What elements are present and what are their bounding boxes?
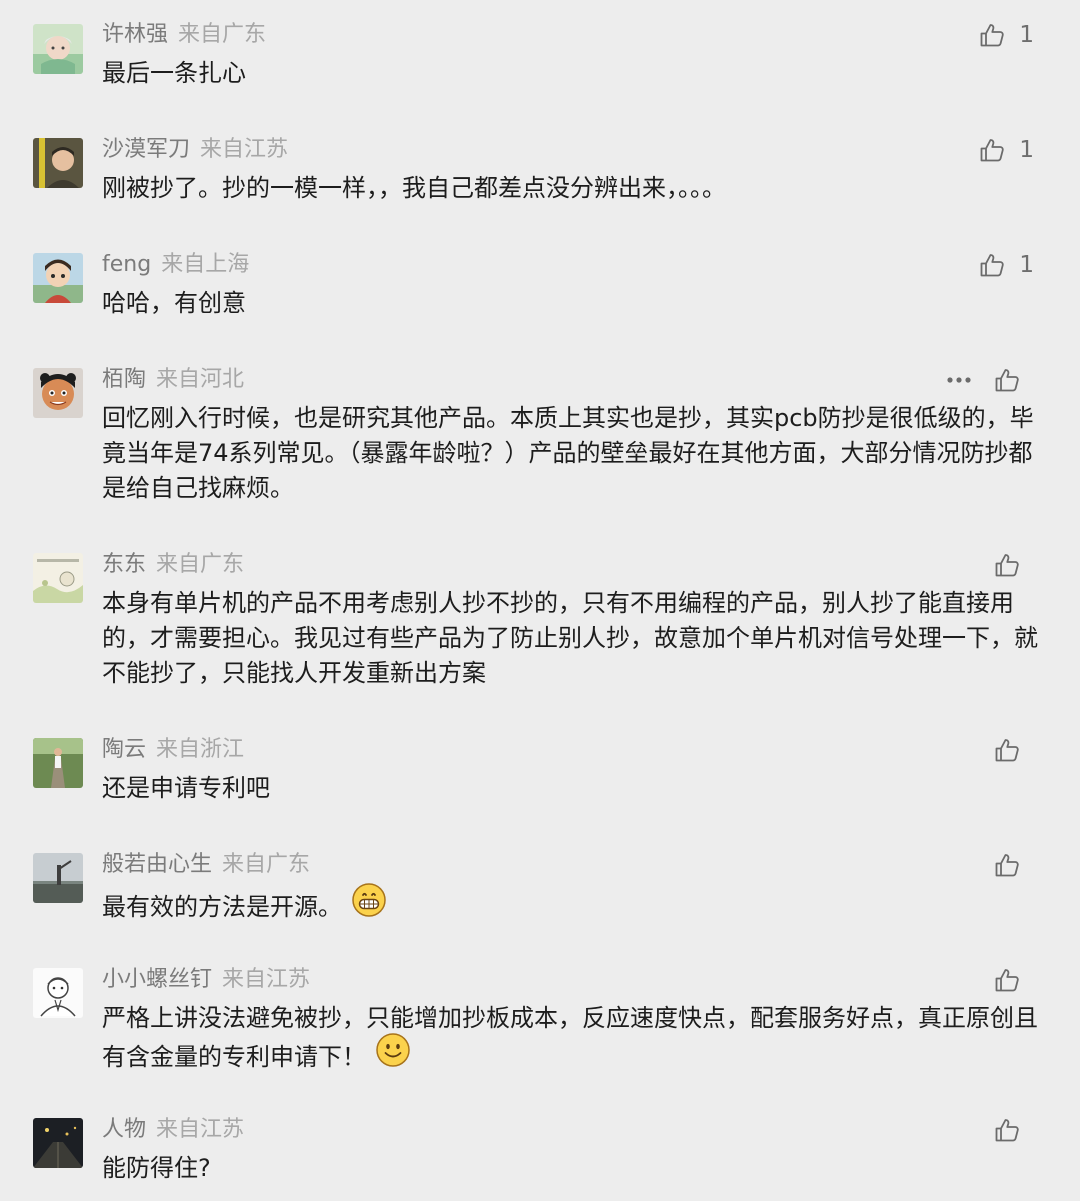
author-name[interactable]: 陶云 xyxy=(102,737,146,762)
author-location: 来自上海 xyxy=(161,252,250,277)
avatar[interactable] xyxy=(33,24,83,74)
author-name[interactable]: 许林强 xyxy=(102,22,168,47)
comment-text: 回忆刚入行时候，也是研究其他产品。本质上其实也是抄，其实pcb防抄是很低级的，毕… xyxy=(102,404,1034,502)
author-location: 来自河北 xyxy=(156,367,245,392)
comment-meta: 陶云 来自浙江 xyxy=(102,735,244,765)
avatar[interactable] xyxy=(33,738,83,788)
author-location: 来自广东 xyxy=(222,852,311,877)
avatar[interactable] xyxy=(33,253,83,303)
author-name[interactable]: 东东 xyxy=(102,552,146,577)
like-button[interactable] xyxy=(994,550,1034,580)
comment-text: 严格上讲没法避免被抄，只能增加抄板成本，反应速度快点，配套服务好点，真正原创且有… xyxy=(102,1001,1042,1080)
like-count: 1 xyxy=(1019,137,1034,163)
comment-text: 哈哈，有创意 xyxy=(102,289,246,317)
author-location: 来自江苏 xyxy=(200,137,289,162)
comment-text: 最有效的方法是开源。 xyxy=(102,883,1042,930)
thumbs-up-outline-icon xyxy=(995,854,1019,877)
comment-meta: 般若由心生 来自广东 xyxy=(102,850,310,880)
like-count: 1 xyxy=(1019,22,1034,48)
author-name[interactable]: 般若由心生 xyxy=(102,852,212,877)
like-count: 1 xyxy=(1019,252,1034,278)
like-button[interactable] xyxy=(994,965,1034,995)
avatar[interactable] xyxy=(33,138,83,188)
comment-meta: 沙漠军刀 来自江苏 xyxy=(102,135,288,165)
like-button[interactable]: 1 xyxy=(979,20,1034,50)
avatar[interactable] xyxy=(33,368,83,418)
like-button[interactable]: 1 xyxy=(979,135,1034,165)
grinning-emoji xyxy=(352,883,386,927)
avatar[interactable] xyxy=(33,853,83,903)
author-location: 来自浙江 xyxy=(156,737,245,762)
like-button[interactable] xyxy=(994,365,1034,395)
thumbs-up-outline-icon xyxy=(995,969,1019,992)
comment-meta: 栢陶 来自河北 xyxy=(102,365,244,395)
thumbs-up-outline-icon xyxy=(995,1119,1019,1142)
comment-meta: feng 来自上海 xyxy=(102,250,249,280)
avatar[interactable] xyxy=(33,553,83,603)
author-name[interactable]: 人物 xyxy=(102,1117,146,1142)
comment-text-body: 严格上讲没法避免被抄，只能增加抄板成本，反应速度快点，配套服务好点，真正原创且有… xyxy=(102,1004,1038,1071)
comment-meta: 人物 来自江苏 xyxy=(102,1115,244,1145)
thumbs-up-outline-icon xyxy=(980,139,1005,162)
author-location: 来自江苏 xyxy=(222,967,311,992)
like-button[interactable]: 1 xyxy=(979,250,1034,280)
comment-meta: 小小螺丝钉 来自江苏 xyxy=(102,965,310,995)
comment-text: 刚被抄了。抄的一模一样，，我自己都差点没分辨出来，。。。 xyxy=(102,174,726,202)
more-dots-icon xyxy=(947,377,971,383)
comment-text: 还是申请专利吧 xyxy=(102,774,270,802)
author-name[interactable]: 栢陶 xyxy=(102,367,146,392)
comment-meta: 许林强 来自广东 xyxy=(102,20,266,50)
thumbs-up-outline-icon xyxy=(980,254,1005,277)
avatar[interactable] xyxy=(33,1118,83,1168)
author-name[interactable]: feng xyxy=(102,252,151,277)
author-location: 来自广东 xyxy=(156,552,245,577)
comment-meta: 东东 来自广东 xyxy=(102,550,244,580)
comment-text: 能防得住? xyxy=(102,1154,211,1182)
comment-text: 最后一条扎心 xyxy=(102,59,246,87)
like-button[interactable] xyxy=(994,850,1034,880)
thumbs-up-outline-icon xyxy=(995,739,1019,762)
like-button[interactable] xyxy=(994,735,1034,765)
author-name[interactable]: 沙漠军刀 xyxy=(102,137,190,162)
thumbs-up-outline-icon xyxy=(995,369,1019,392)
thumbs-up-outline-icon xyxy=(980,24,1005,47)
comment-text: 本身有单片机的产品不用考虑别人抄不抄的，只有不用编程的产品，别人抄了能直接用的，… xyxy=(102,589,1038,687)
thumbs-up-outline-icon xyxy=(995,554,1019,577)
avatar[interactable] xyxy=(33,968,83,1018)
author-location: 来自江苏 xyxy=(156,1117,245,1142)
author-location: 来自广东 xyxy=(178,22,267,47)
smiling-emoji xyxy=(376,1033,410,1077)
more-options-button[interactable] xyxy=(945,365,973,395)
like-button[interactable] xyxy=(994,1115,1034,1145)
author-name[interactable]: 小小螺丝钉 xyxy=(102,967,212,992)
comment-text-body: 最有效的方法是开源。 xyxy=(102,893,342,921)
